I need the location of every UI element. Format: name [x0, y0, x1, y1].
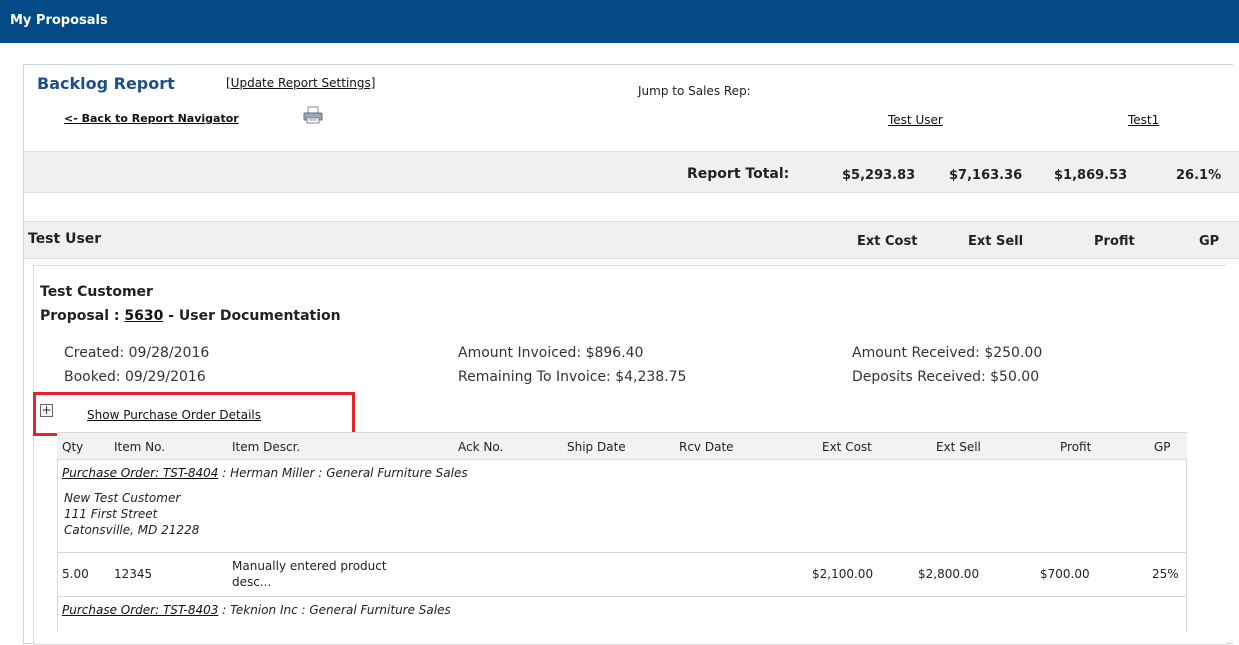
back-to-report-navigator-link[interactable]: <- Back to Report Navigator [64, 112, 239, 125]
page-header: My Proposals [0, 0, 1239, 43]
page-title: My Proposals [10, 13, 108, 28]
purchase-order-table [57, 432, 1187, 632]
purchase-order-line-1: Purchase Order: TST-8404 : Herman Miller… [62, 466, 468, 480]
po-header-gp: GP [1154, 440, 1171, 454]
proposal-number-link[interactable]: 5630 [124, 308, 163, 324]
column-header-gp: GP [1199, 234, 1220, 249]
proposal-prefix: Proposal : [40, 308, 125, 324]
line-item-descr-line2: desc... [232, 575, 272, 589]
line-item-profit: $700.00 [1040, 567, 1090, 581]
purchase-order-2-details: : Teknion Inc : General Furniture Sales [218, 603, 451, 617]
column-header-ext-cost: Ext Cost [857, 234, 918, 249]
column-header-ext-sell: Ext Sell [968, 234, 1024, 249]
line-item-gp: 25% [1152, 567, 1179, 581]
report-total-profit: $1,869.53 [1054, 168, 1128, 183]
sales-rep-link-test-user[interactable]: Test User [888, 113, 943, 127]
remaining-to-invoice: Remaining To Invoice: $4,238.75 [458, 369, 687, 385]
booked-date: Booked: 09/29/2016 [64, 369, 206, 385]
proposal-heading: Proposal : 5630 - User Documentation [40, 308, 341, 324]
report-total-gp: 26.1% [1176, 168, 1222, 183]
report-total-ext-cost: $5,293.83 [842, 168, 916, 183]
report-total-ext-sell: $7,163.36 [949, 168, 1023, 183]
amount-received: Amount Received: $250.00 [852, 345, 1043, 361]
po-header-ack-no: Ack No. [458, 440, 504, 454]
report-total-label: Report Total: [687, 166, 790, 182]
highlight-annotation [33, 392, 355, 436]
purchase-order-link-tst-8403[interactable]: Purchase Order: TST-8403 [62, 603, 218, 617]
po-header-item-no: Item No. [114, 440, 166, 454]
line-item-ext-sell: $2,800.00 [918, 567, 980, 581]
po-header-qty: Qty [62, 440, 84, 454]
amount-invoiced: Amount Invoiced: $896.40 [458, 345, 644, 361]
customer-name: Test Customer [40, 284, 153, 300]
row-divider [57, 596, 1187, 597]
user-section-band [24, 221, 1239, 259]
po-header-item-descr: Item Descr. [232, 440, 301, 454]
deposits-received: Deposits Received: $50.00 [852, 369, 1040, 385]
address-line: 111 First Street [64, 507, 158, 521]
po-header-ext-cost: Ext Cost [822, 440, 872, 454]
purchase-order-line-2: Purchase Order: TST-8403 : Teknion Inc :… [62, 603, 451, 617]
printer-icon[interactable] [303, 106, 323, 124]
update-report-settings-link[interactable]: [Update Report Settings] [226, 76, 375, 90]
proposal-suffix: - User Documentation [163, 308, 341, 324]
po-header-rcv-date: Rcv Date [679, 440, 734, 454]
line-item-descr: Manually entered product desc... [232, 558, 387, 590]
line-item-ext-cost: $2,100.00 [812, 567, 874, 581]
line-item-item-no: 12345 [114, 567, 153, 581]
address-line: Catonsville, MD 21228 [64, 523, 200, 537]
po1-ship-to-address: New Test Customer 111 First Street Caton… [64, 490, 199, 538]
address-line: New Test Customer [64, 491, 181, 505]
po-header-ext-sell: Ext Sell [936, 440, 981, 454]
report-title: Backlog Report [37, 74, 175, 93]
jump-to-sales-rep-label: Jump to Sales Rep: [638, 84, 751, 98]
created-date: Created: 09/28/2016 [64, 345, 210, 361]
sales-rep-link-test1[interactable]: Test1 [1128, 113, 1159, 127]
purchase-order-1-details: : Herman Miller : General Furniture Sale… [218, 466, 468, 480]
column-header-profit: Profit [1094, 234, 1135, 249]
po-header-ship-date: Ship Date [567, 440, 626, 454]
row-divider [57, 552, 1187, 553]
po-header-profit: Profit [1060, 440, 1092, 454]
line-item-descr-line1: Manually entered product [232, 559, 387, 573]
user-section-name: Test User [28, 231, 102, 247]
line-item-qty: 5.00 [62, 567, 89, 581]
purchase-order-link-tst-8404[interactable]: Purchase Order: TST-8404 [62, 466, 218, 480]
